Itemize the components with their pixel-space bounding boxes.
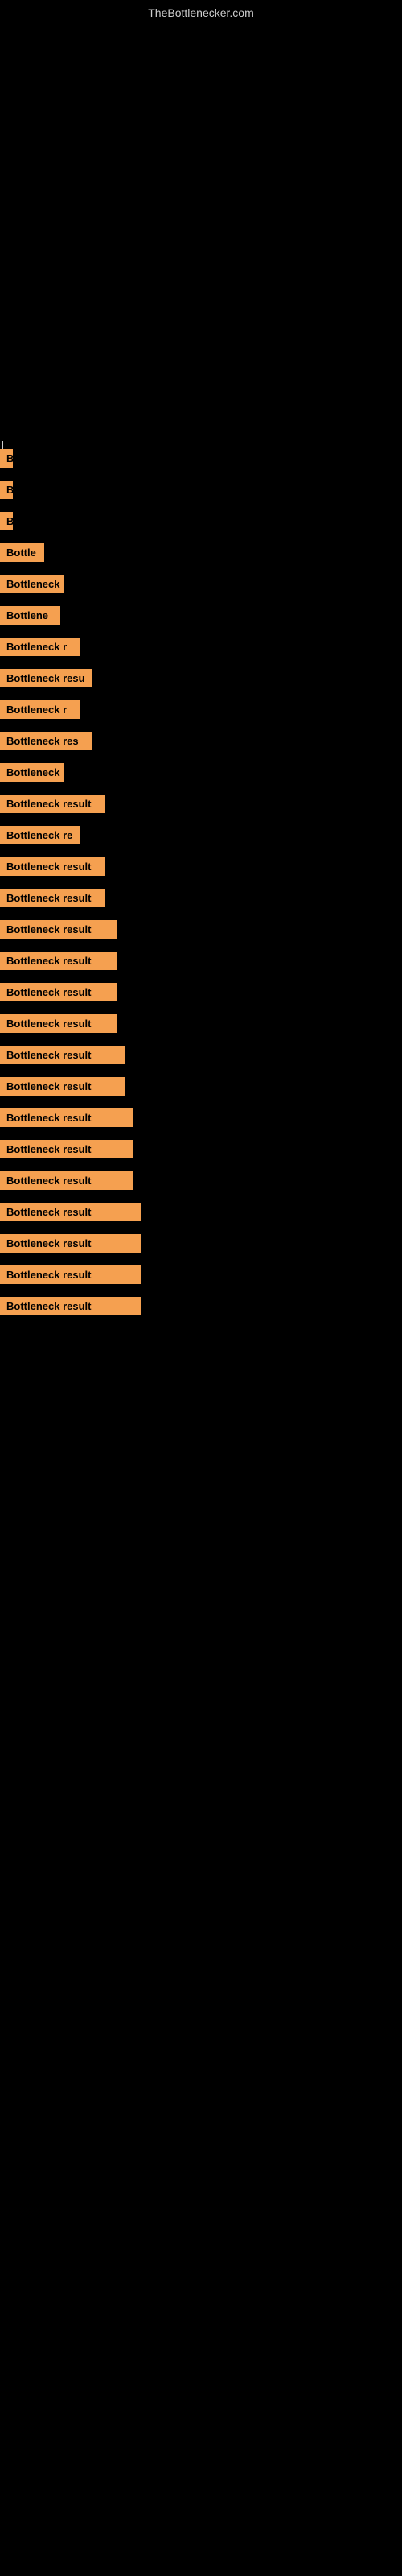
- list-item: B: [0, 506, 402, 537]
- list-item: Bottleneck result: [0, 1008, 402, 1039]
- list-item: Bottleneck r: [0, 631, 402, 663]
- bottleneck-label: Bottle: [0, 543, 44, 562]
- list-item: Bottleneck resu: [0, 663, 402, 694]
- bottleneck-label: Bottleneck result: [0, 1077, 125, 1096]
- bottleneck-label: Bottleneck result: [0, 1108, 133, 1127]
- list-item: Bottleneck result: [0, 882, 402, 914]
- list-item: Bottleneck result: [0, 945, 402, 976]
- list-item: Bottleneck re: [0, 819, 402, 851]
- list-item: Bottleneck result: [0, 1165, 402, 1196]
- list-item: Bottleneck result: [0, 851, 402, 882]
- bottleneck-label: Bottleneck result: [0, 1014, 117, 1033]
- bottleneck-label: Bottleneck res: [0, 732, 92, 750]
- bottleneck-label: Bottleneck result: [0, 795, 105, 813]
- bottleneck-label: Bottlene: [0, 606, 60, 625]
- list-item: Bottleneck r: [0, 694, 402, 725]
- bottleneck-label: Bottleneck resu: [0, 669, 92, 687]
- bottleneck-label: Bottleneck result: [0, 983, 117, 1001]
- bottleneck-label: Bottleneck result: [0, 952, 117, 970]
- bottleneck-label: Bottleneck result: [0, 889, 105, 907]
- list-item: Bottleneck: [0, 757, 402, 788]
- list-item: Bottleneck result: [0, 1102, 402, 1133]
- bottleneck-label: Bottleneck result: [0, 1140, 133, 1158]
- list-item: Bottlene: [0, 600, 402, 631]
- bottleneck-label: B: [0, 481, 13, 499]
- list-item: Bottleneck result: [0, 976, 402, 1008]
- list-item: Bottleneck result: [0, 1039, 402, 1071]
- bottleneck-label: Bottleneck result: [0, 857, 105, 876]
- list-item: Bottleneck result: [0, 1228, 402, 1259]
- bottleneck-label: Bottleneck result: [0, 1297, 141, 1315]
- list-item: Bottleneck result: [0, 1259, 402, 1290]
- bottleneck-label: Bottleneck result: [0, 1046, 125, 1064]
- list-item: Bottleneck result: [0, 1133, 402, 1165]
- list-item: Bottleneck: [0, 568, 402, 600]
- bottleneck-label: Bottleneck result: [0, 1234, 141, 1253]
- bottleneck-label: Bottleneck: [0, 763, 64, 782]
- list-item: Bottleneck res: [0, 725, 402, 757]
- bottleneck-label: Bottleneck r: [0, 700, 80, 719]
- items-container: BBBBottleBottleneckBottleneBottleneck rB…: [0, 443, 402, 1322]
- site-title: TheBottlenecker.com: [148, 6, 254, 19]
- list-item: Bottleneck result: [0, 1290, 402, 1322]
- bottleneck-label: B: [0, 449, 13, 468]
- bottleneck-label: Bottleneck result: [0, 1171, 133, 1190]
- list-item: Bottleneck result: [0, 1196, 402, 1228]
- bottleneck-label: Bottleneck result: [0, 1203, 141, 1221]
- list-item: Bottle: [0, 537, 402, 568]
- bottleneck-label: B: [0, 512, 13, 530]
- list-item: Bottleneck result: [0, 914, 402, 945]
- list-item: B: [0, 474, 402, 506]
- list-item: Bottleneck result: [0, 788, 402, 819]
- bottleneck-label: Bottleneck result: [0, 1265, 141, 1284]
- bottleneck-label: Bottleneck result: [0, 920, 117, 939]
- bottleneck-label: Bottleneck r: [0, 638, 80, 656]
- list-item: B: [0, 443, 402, 474]
- list-item: Bottleneck result: [0, 1071, 402, 1102]
- bottleneck-label: Bottleneck re: [0, 826, 80, 844]
- bottleneck-label: Bottleneck: [0, 575, 64, 593]
